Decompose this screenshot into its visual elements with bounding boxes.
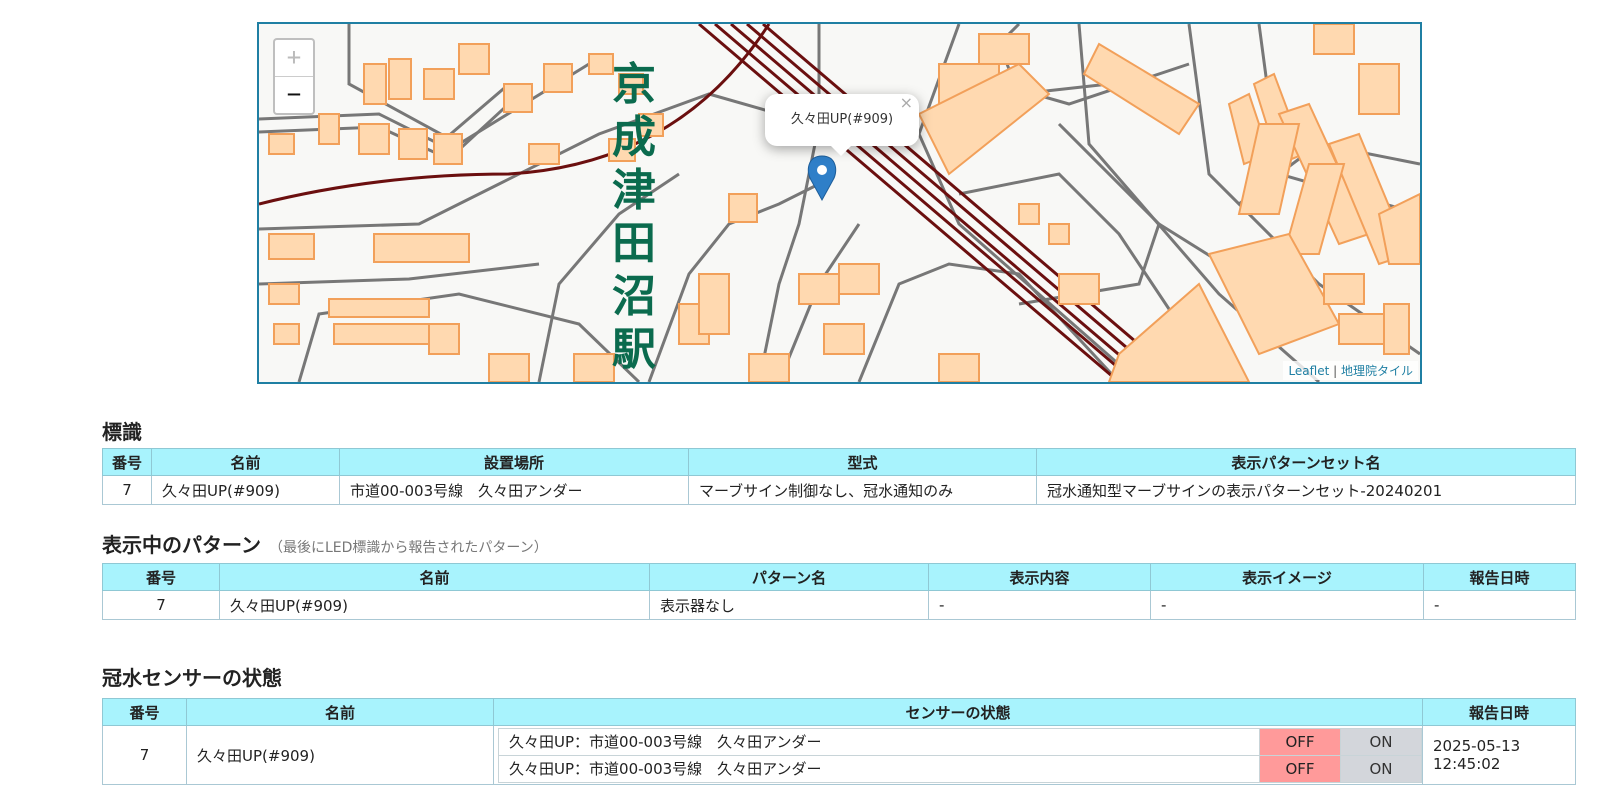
popup-text: 久々田UP(#909) (790, 112, 894, 127)
marker-popup: 久々田UP(#909) × (765, 93, 919, 156)
pattern-type-cell: 表示器なし (649, 590, 929, 620)
pattern-reported-cell: - (1423, 590, 1576, 620)
column-header: 表示イメージ (1150, 563, 1424, 591)
table-header-row: 番号 名前 パターン名 表示内容 表示イメージ 報告日時 (102, 563, 1576, 591)
sensor-status-row: 久々田UP：市道00-003号線 久々田アンダー OFF ON (498, 754, 1422, 783)
sign-pattern-set-cell: 冠水通知型マーブサインの表示パターンセット-20240201 (1036, 475, 1576, 505)
pattern-number-cell: 7 (102, 590, 220, 620)
pattern-name-cell: 久々田UP(#909) (219, 590, 650, 620)
column-header: 名前 (219, 563, 650, 591)
pattern-table: 番号 名前 パターン名 表示内容 表示イメージ 報告日時 7 久々田UP(#90… (102, 563, 1576, 620)
map-view[interactable]: 京 成 津 田 沼 駅 + − 久々田UP(#909) × Leaflet | … (257, 22, 1422, 384)
pattern-image-cell: - (1150, 590, 1424, 620)
table-header-row: 番号 名前 設置場所 型式 表示パターンセット名 (102, 448, 1576, 476)
reported-time: 12:45:02 (1433, 755, 1501, 773)
popup-close-button[interactable]: × (900, 77, 913, 129)
sensor-on-state: ON (1340, 754, 1422, 783)
svg-text:津: 津 (612, 165, 656, 216)
sign-number-cell: 7 (102, 475, 152, 505)
sensor-status-row: 久々田UP：市道00-003号線 久々田アンダー OFF ON (498, 727, 1422, 756)
sensor-table: 番号 名前 センサーの状態 報告日時 7 久々田UP(#909) 久々田UP：市… (102, 698, 1576, 785)
column-header: 報告日時 (1423, 563, 1576, 591)
map-tiles[interactable]: 京 成 津 田 沼 駅 (259, 24, 1420, 382)
column-header: 番号 (102, 448, 152, 476)
sign-name-cell: 久々田UP(#909) (151, 475, 340, 505)
sensor-name-cell: 久々田UP(#909) (186, 725, 494, 785)
sensor-off-state: OFF (1259, 727, 1341, 756)
sensor-status-list: 久々田UP：市道00-003号線 久々田アンダー OFF ON 久々田UP：市道… (498, 727, 1422, 783)
table-row: 7 久々田UP(#909) 久々田UP：市道00-003号線 久々田アンダー O… (102, 725, 1576, 785)
zoom-out-button[interactable]: − (275, 77, 313, 113)
sign-location-cell: 市道00-003号線 久々田アンダー (339, 475, 689, 505)
sign-model-cell: マーブサイン制御なし、冠水通知のみ (688, 475, 1037, 505)
sensor-on-state: ON (1340, 727, 1422, 756)
sensor-number-cell: 7 (102, 725, 187, 785)
sensor-section-title: 冠水センサーの状態 (102, 666, 282, 690)
attribution-separator: | (1329, 364, 1341, 378)
reported-date: 2025-05-13 (1433, 737, 1521, 755)
sensor-status-cell: 久々田UP：市道00-003号線 久々田アンダー OFF ON 久々田UP：市道… (493, 725, 1423, 785)
popup-tip (831, 146, 851, 156)
sensor-reported-cell: 2025-05-13 12:45:02 (1422, 725, 1576, 785)
column-header: センサーの状態 (493, 698, 1423, 726)
gsi-tiles-link[interactable]: 地理院タイル (1341, 364, 1413, 378)
column-header: 型式 (688, 448, 1037, 476)
sign-table: 番号 名前 設置場所 型式 表示パターンセット名 7 久々田UP(#909) 市… (102, 448, 1576, 505)
sensor-label: 久々田UP：市道00-003号線 久々田アンダー (498, 754, 1260, 783)
column-header: 名前 (151, 448, 340, 476)
pattern-section-title-text: 表示中のパターン (102, 533, 261, 557)
leaflet-link[interactable]: Leaflet (1288, 364, 1329, 378)
svg-text:成: 成 (612, 112, 656, 163)
pattern-section-subtitle: （最後にLED標識から報告されたパターン） (269, 540, 548, 556)
svg-text:沼: 沼 (612, 271, 656, 322)
pattern-section-title: 表示中のパターン （最後にLED標識から報告されたパターン） (102, 529, 548, 558)
table-row: 7 久々田UP(#909) 市道00-003号線 久々田アンダー マーブサイン制… (102, 475, 1576, 505)
column-header: 番号 (102, 563, 220, 591)
column-header: 表示内容 (928, 563, 1151, 591)
column-header: 表示パターンセット名 (1036, 448, 1576, 476)
sensor-off-state: OFF (1259, 754, 1341, 783)
map-attribution: Leaflet | 地理院タイル (1283, 361, 1418, 380)
table-row: 7 久々田UP(#909) 表示器なし - - - (102, 590, 1576, 620)
sensor-label: 久々田UP：市道00-003号線 久々田アンダー (498, 727, 1260, 756)
sign-section-title: 標識 (102, 420, 142, 444)
column-header: 名前 (186, 698, 494, 726)
svg-text:田: 田 (612, 218, 656, 269)
zoom-control: + − (273, 38, 315, 115)
column-header: 設置場所 (339, 448, 689, 476)
column-header: 報告日時 (1422, 698, 1576, 726)
pattern-content-cell: - (928, 590, 1151, 620)
table-header-row: 番号 名前 センサーの状態 報告日時 (102, 698, 1576, 726)
column-header: パターン名 (649, 563, 929, 591)
zoom-in-button[interactable]: + (275, 40, 313, 77)
svg-text:京: 京 (612, 59, 656, 110)
svg-text:駅: 駅 (612, 324, 656, 375)
column-header: 番号 (102, 698, 187, 726)
